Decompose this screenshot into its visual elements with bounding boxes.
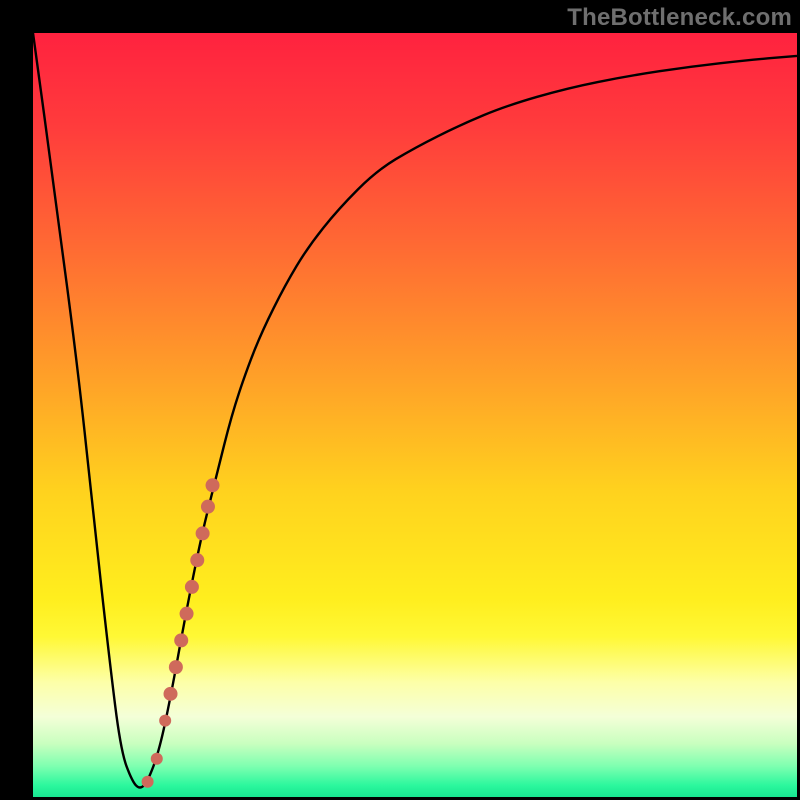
data-marker <box>206 478 220 492</box>
data-marker <box>174 633 188 647</box>
data-marker <box>180 607 194 621</box>
data-marker <box>142 776 154 788</box>
data-marker <box>196 526 210 540</box>
chart-svg <box>33 33 797 797</box>
data-marker <box>159 715 171 727</box>
data-marker <box>190 553 204 567</box>
data-marker <box>169 660 183 674</box>
data-marker <box>164 687 178 701</box>
watermark-text: TheBottleneck.com <box>567 4 792 32</box>
plot-area <box>33 33 797 797</box>
outer-frame: TheBottleneck.com <box>0 0 800 800</box>
data-marker <box>201 500 215 514</box>
data-marker <box>151 753 163 765</box>
data-marker <box>185 580 199 594</box>
